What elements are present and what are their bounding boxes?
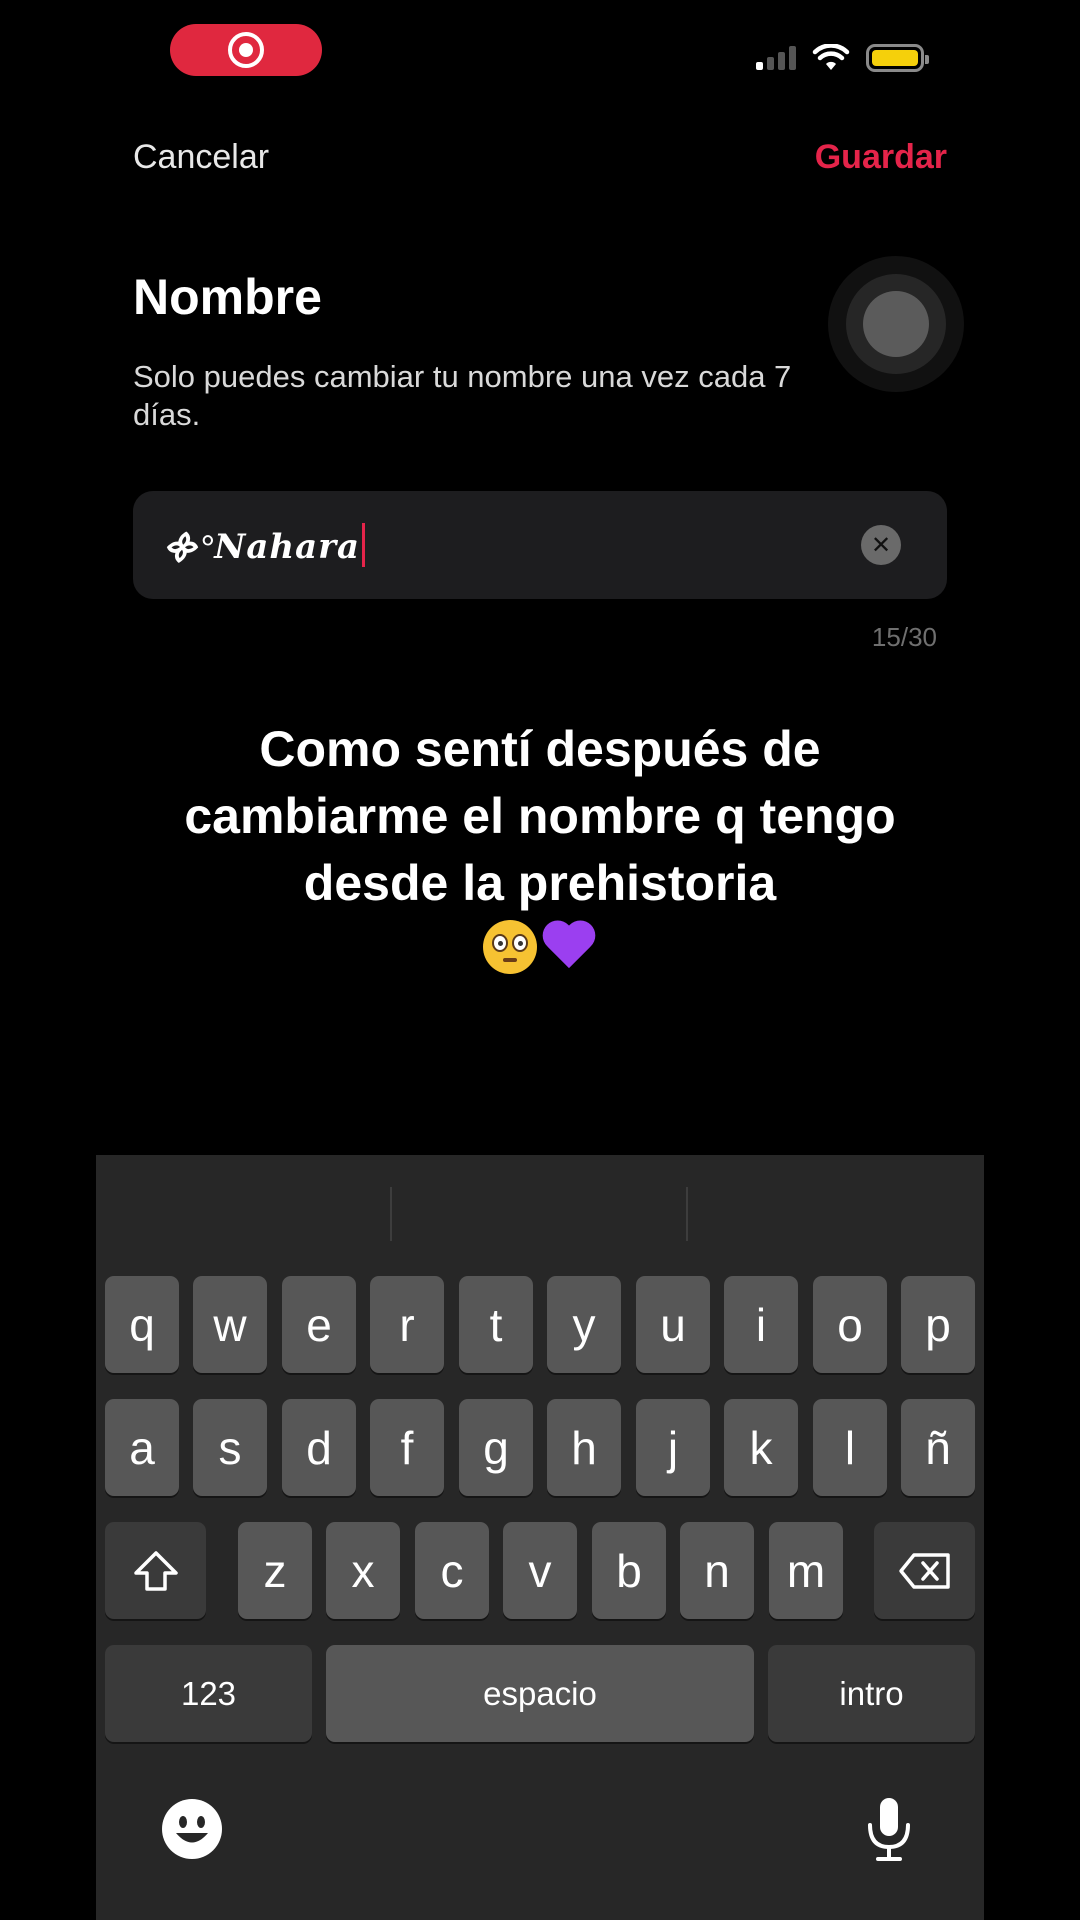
key-k[interactable]: k	[724, 1399, 798, 1496]
space-key[interactable]: espacio	[326, 1645, 754, 1742]
emoji-icon[interactable]	[161, 1798, 223, 1860]
key-t[interactable]: t	[459, 1276, 533, 1373]
key-e[interactable]: e	[282, 1276, 356, 1373]
key-w[interactable]: w	[193, 1276, 267, 1373]
backspace-key[interactable]	[874, 1522, 975, 1619]
key-m[interactable]: m	[769, 1522, 843, 1619]
key-y[interactable]: y	[547, 1276, 621, 1373]
suggestion-divider	[390, 1187, 392, 1241]
key-f[interactable]: f	[370, 1399, 444, 1496]
key-r[interactable]: r	[370, 1276, 444, 1373]
shift-icon	[133, 1550, 178, 1591]
key-j[interactable]: j	[636, 1399, 710, 1496]
key-z[interactable]: z	[238, 1522, 312, 1619]
key-d[interactable]: d	[282, 1399, 356, 1496]
cancel-button[interactable]: Cancelar	[133, 138, 269, 177]
text-cursor	[362, 523, 366, 567]
status-icons	[756, 44, 929, 72]
key-p[interactable]: p	[901, 1276, 975, 1373]
keyboard: q w e r t y u i o p a s d f g h j k l ñ …	[96, 1155, 984, 1920]
video-caption: Como sentí después de cambiarme el nombr…	[184, 721, 896, 911]
key-v[interactable]: v	[503, 1522, 577, 1619]
name-input-value: ᯽°𝑵𝒂𝒉𝒂𝒓𝒂	[161, 529, 361, 566]
screen-recording-indicator[interactable]	[170, 24, 322, 76]
key-l[interactable]: l	[813, 1399, 887, 1496]
purple-heart-icon	[541, 920, 597, 974]
page-title: Nombre	[133, 269, 322, 325]
flushed-face-icon	[483, 920, 537, 974]
numbers-key[interactable]: 123	[105, 1645, 312, 1742]
key-i[interactable]: i	[724, 1276, 798, 1373]
assistive-touch-button[interactable]	[828, 256, 964, 392]
key-o[interactable]: o	[813, 1276, 887, 1373]
name-change-notice: Solo puedes cambiar tu nombre una vez ca…	[133, 359, 792, 432]
return-key[interactable]: intro	[768, 1645, 975, 1742]
key-x[interactable]: x	[326, 1522, 400, 1619]
record-icon	[228, 32, 264, 68]
key-h[interactable]: h	[547, 1399, 621, 1496]
wifi-icon	[812, 44, 850, 70]
cellular-signal-icon	[756, 46, 796, 70]
microphone-icon[interactable]	[864, 1795, 914, 1863]
key-s[interactable]: s	[193, 1399, 267, 1496]
key-b[interactable]: b	[592, 1522, 666, 1619]
key-a[interactable]: a	[105, 1399, 179, 1496]
key-n[interactable]: n	[680, 1522, 754, 1619]
suggestion-divider	[686, 1187, 688, 1241]
shift-key[interactable]	[105, 1522, 206, 1619]
battery-icon	[866, 44, 929, 72]
key-c[interactable]: c	[415, 1522, 489, 1619]
name-input[interactable]: ᯽°𝑵𝒂𝒉𝒂𝒓𝒂 ✕	[133, 491, 947, 599]
character-counter: 15/30	[871, 622, 937, 652]
key-q[interactable]: q	[105, 1276, 179, 1373]
key-u[interactable]: u	[636, 1276, 710, 1373]
key-g[interactable]: g	[459, 1399, 533, 1496]
save-button[interactable]: Guardar	[815, 138, 947, 177]
clear-icon[interactable]: ✕	[861, 525, 901, 565]
backspace-icon	[898, 1552, 950, 1589]
caption-emojis	[0, 920, 1080, 974]
key-n-tilde[interactable]: ñ	[901, 1399, 975, 1496]
